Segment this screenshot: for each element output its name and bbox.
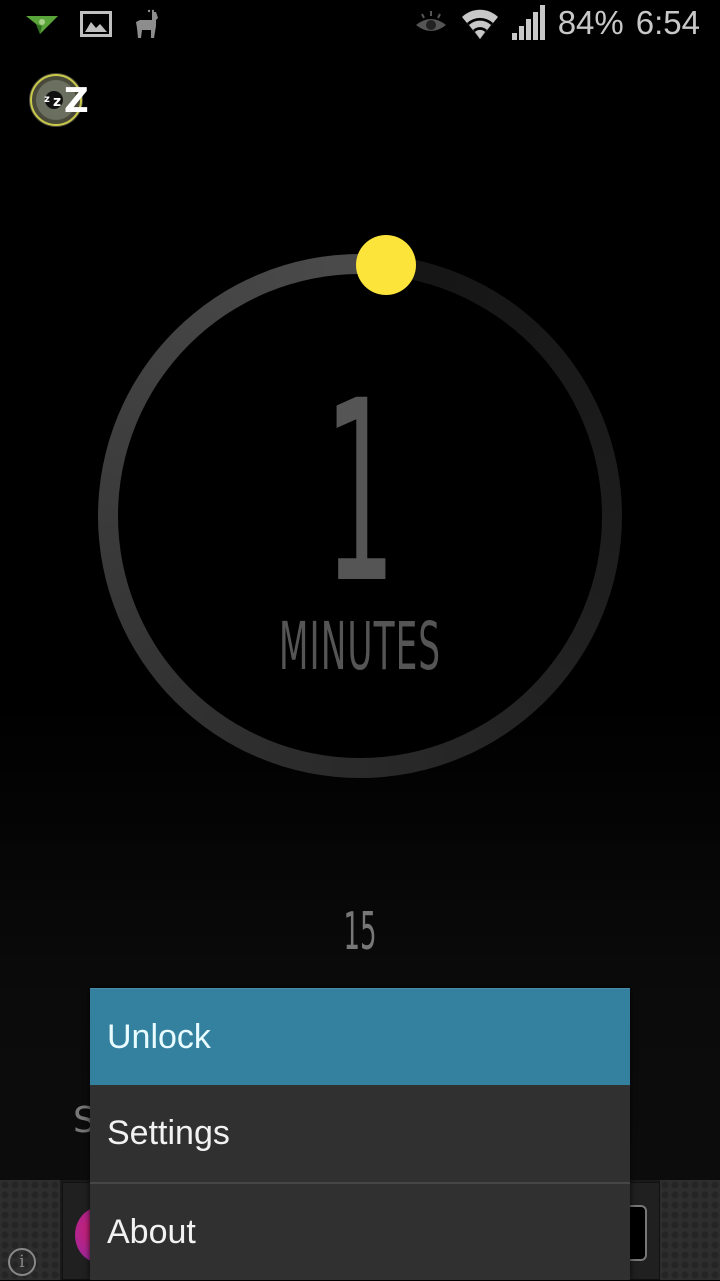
svg-text:Z: Z xyxy=(64,81,88,121)
eye-icon xyxy=(415,11,446,31)
menu-item-about[interactable]: About xyxy=(90,1184,630,1281)
svg-text:z: z xyxy=(44,94,50,105)
context-menu: Unlock Settings About xyxy=(90,988,630,1280)
timer-dial-knob[interactable] xyxy=(356,235,416,295)
system-status: 84% 6:54 xyxy=(414,4,700,42)
ad-pattern-right xyxy=(660,1180,720,1280)
menu-item-settings[interactable]: Settings xyxy=(90,1085,630,1182)
menu-item-label: About xyxy=(107,1213,196,1251)
app-icon[interactable]: z z Z xyxy=(28,68,89,128)
status-bar: 84% 6:54 xyxy=(0,0,720,50)
menu-item-label: Settings xyxy=(107,1114,230,1152)
llama-icon xyxy=(136,9,158,38)
secondary-value[interactable]: 15 xyxy=(180,904,540,960)
svg-text:z: z xyxy=(53,94,61,110)
signal-icon xyxy=(511,5,545,40)
paper-plane-icon xyxy=(26,16,58,34)
menu-item-unlock[interactable]: Unlock xyxy=(90,988,630,1085)
battery-percent: 84% xyxy=(557,4,624,41)
wifi-icon xyxy=(461,9,498,40)
sleep-zzz-icon: z z Z xyxy=(29,73,89,127)
timer-unit-label: MINUTES xyxy=(278,608,442,685)
ad-pattern-left: i xyxy=(0,1180,60,1280)
menu-item-label: Unlock xyxy=(107,1017,211,1056)
clock: 6:54 xyxy=(635,4,700,41)
notification-icons xyxy=(24,8,162,40)
info-icon[interactable]: i xyxy=(8,1248,36,1276)
timer-value: 1 xyxy=(324,347,396,638)
image-icon xyxy=(80,11,112,37)
